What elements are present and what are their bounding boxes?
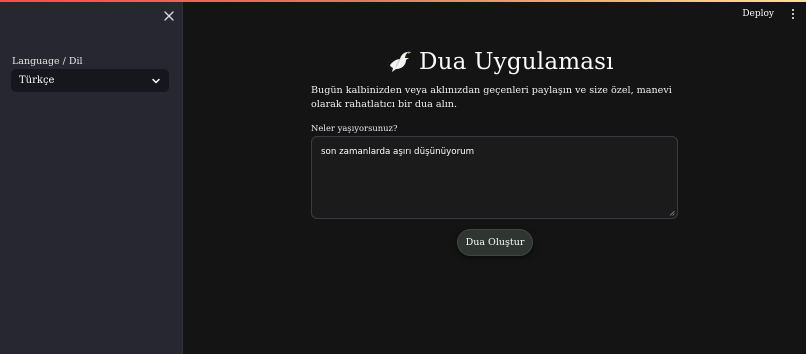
- generate-prayer-button[interactable]: Dua Oluştur: [457, 229, 533, 256]
- sidebar: Language / Dil Türkçe: [0, 0, 183, 354]
- language-select-value: Türkçe: [19, 75, 55, 86]
- language-select[interactable]: Türkçe: [11, 69, 169, 92]
- textarea-value: son zamanlarda aşırı düşünüyorum: [321, 147, 475, 157]
- chevron-down-icon: [152, 78, 160, 83]
- kebab-menu-icon[interactable]: [788, 7, 798, 21]
- input-label: Neler yaşıyorsunuz?: [311, 123, 398, 133]
- top-decoration-stripe: [0, 0, 806, 2]
- close-icon[interactable]: [162, 9, 176, 23]
- title-text: Dua Uygulaması: [419, 49, 614, 75]
- main-content: Dua Uygulaması Bugün kalbinizden veya ak…: [183, 26, 806, 354]
- app-header: Deploy: [183, 2, 806, 26]
- intro-text: Bugün kalbinizden veya aklınızdan geçenl…: [311, 85, 672, 110]
- concern-textarea[interactable]: son zamanlarda aşırı düşünüyorum: [311, 136, 678, 219]
- page-title: Dua Uygulaması: [387, 46, 614, 78]
- language-label: Language / Dil: [12, 56, 83, 67]
- dove-icon: [390, 51, 411, 72]
- deploy-button[interactable]: Deploy: [742, 9, 774, 19]
- resize-handle-icon[interactable]: [669, 210, 675, 216]
